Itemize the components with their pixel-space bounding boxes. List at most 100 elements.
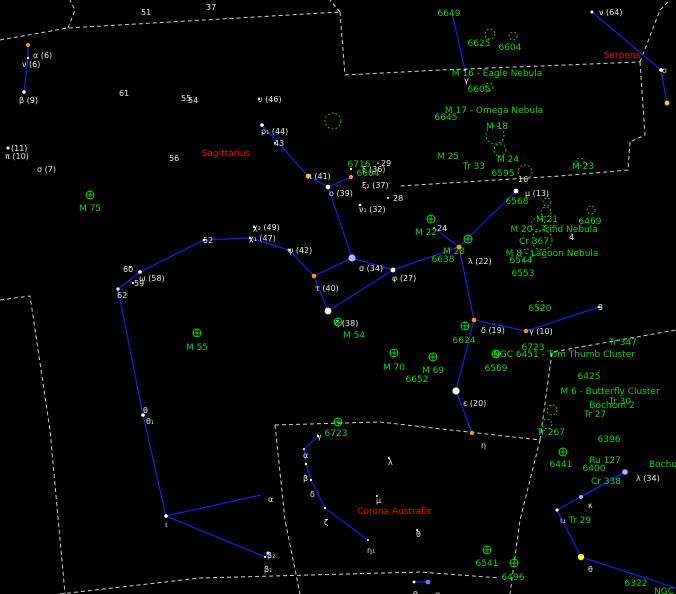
deep-sky-object[interactable]: M 25: [437, 152, 459, 162]
constellation-name[interactable]: Corona Australis: [357, 507, 431, 517]
star[interactable]: υ (46): [257, 95, 282, 104]
star[interactable]: 59: [131, 279, 144, 288]
deep-sky-object[interactable]: M 21: [536, 215, 558, 225]
deep-sky-object[interactable]: Tr 267: [536, 428, 565, 438]
star-dot: [377, 162, 379, 164]
deep-sky-object[interactable]: 6638: [432, 255, 455, 265]
star[interactable]: 52: [202, 236, 213, 245]
star[interactable]: α: [268, 495, 273, 504]
star[interactable]: 54: [188, 96, 198, 105]
star[interactable]: 43: [274, 139, 284, 148]
star[interactable]: χ₃ (49): [252, 223, 280, 232]
star[interactable]: 3: [597, 303, 603, 312]
deep-sky-object[interactable]: M 18: [486, 122, 508, 132]
star-label: 28: [393, 194, 403, 203]
deep-sky-object[interactable]: M 17 - Omega Nebula: [445, 106, 543, 116]
star[interactable]: μ: [376, 495, 381, 505]
star-chart[interactable]: ν (64) γ o η α (6)ν (6) β (9) π (10)(11) σ (7) υ…: [0, 0, 676, 594]
dso-label: M 20 - Trifid Nebula: [510, 225, 597, 235]
star-dot: [579, 495, 583, 499]
star[interactable]: χ₁ (47): [248, 234, 276, 243]
deep-sky-object[interactable]: M 23: [572, 162, 594, 172]
star-label: 59: [134, 279, 144, 288]
deep-sky-object[interactable]: 6604: [499, 43, 522, 53]
deep-sky-object[interactable]: 6652: [406, 375, 429, 385]
sky-background: [0, 0, 676, 594]
deep-sky-object[interactable]: M 16 - Eagle Nebula: [452, 69, 543, 79]
deep-sky-object[interactable]: 6595: [492, 169, 515, 179]
deep-sky-object[interactable]: M 6 - Butterfly Cluster: [560, 387, 660, 397]
deep-sky-object[interactable]: 6649: [438, 9, 461, 19]
star[interactable]: 56: [169, 154, 179, 163]
star-dot: [469, 430, 475, 436]
deep-sky-object[interactable]: 6568: [506, 197, 529, 207]
star-dot: [348, 174, 354, 180]
deep-sky-object[interactable]: 6604: [357, 169, 380, 179]
deep-sky-object[interactable]: M 20 - Trifid Nebula: [510, 225, 597, 235]
deep-sky-object[interactable]: Bochu: [649, 460, 676, 470]
star-dot: [471, 317, 477, 323]
deep-sky-object[interactable]: M 24: [497, 155, 519, 165]
star[interactable]: θ: [416, 529, 421, 539]
star[interactable]: 60: [123, 265, 133, 274]
star-dot: [6, 146, 10, 150]
dso-label: Tr 29: [568, 516, 591, 526]
star-label: ψ (42): [288, 246, 312, 255]
star-label: ζ: [324, 518, 328, 527]
dso-label: 6604: [357, 169, 380, 179]
star-dot: [26, 43, 30, 47]
deep-sky-object[interactable]: 6400: [583, 464, 606, 474]
star[interactable]: θ: [143, 406, 148, 415]
star-label: η: [481, 441, 486, 450]
deep-sky-object[interactable]: Tr 33: [462, 162, 485, 172]
deep-sky-object[interactable]: 6625: [468, 39, 491, 49]
deep-sky-object[interactable]: Tr 29: [568, 516, 591, 526]
star-label: χ₃ (49): [253, 223, 280, 232]
deep-sky-object[interactable]: NGC: [654, 587, 674, 594]
star[interactable]: 51: [141, 8, 151, 17]
star[interactable]: 37: [206, 3, 216, 12]
star[interactable]: β₂: [266, 551, 276, 560]
star-label: λ (34): [636, 474, 660, 483]
star-label: ξ₂ (37): [362, 181, 389, 190]
dso-label: 6441: [550, 460, 573, 470]
deep-sky-object[interactable]: 6322: [625, 579, 648, 589]
deep-sky-object[interactable]: 6553: [512, 269, 535, 279]
star-label: β (9): [19, 96, 38, 105]
dso-label: Cr 338: [591, 477, 621, 487]
star[interactable]: ψ (42): [287, 246, 313, 255]
star[interactable]: γ: [316, 432, 322, 441]
deep-sky-object[interactable]: 6396: [598, 435, 621, 445]
star-label: θ: [413, 590, 418, 594]
star[interactable]: (11): [11, 144, 27, 153]
dso-label: M 24: [497, 155, 519, 165]
star[interactable]: ι: [164, 514, 168, 529]
star[interactable]: 61: [119, 89, 129, 98]
star-dot: [664, 100, 670, 106]
dso-label: M 75: [79, 204, 101, 214]
deep-sky-object[interactable]: NGC 6451 - Tom Thumb Cluster: [493, 350, 635, 360]
dso-label: 6595: [492, 169, 515, 179]
deep-sky-object[interactable]: Tr 347: [608, 338, 637, 348]
dso-label: 6649: [438, 9, 461, 19]
constellation-name[interactable]: Sagittarius: [202, 149, 251, 159]
dso-label: 6645: [435, 113, 458, 123]
star[interactable]: σ (7): [37, 165, 56, 174]
deep-sky-object[interactable]: 6425: [578, 372, 601, 382]
dso-label: 6496: [502, 573, 525, 583]
star-label: σ (34): [359, 264, 383, 273]
star[interactable]: λ: [388, 457, 393, 467]
star-dot: [324, 307, 332, 315]
deep-sky-object[interactable]: 6645: [435, 113, 458, 123]
star[interactable]: ν₁ (32): [358, 203, 386, 214]
star-label: β₂: [267, 551, 275, 560]
star-label: ν (6): [22, 60, 40, 69]
deep-sky-object[interactable]: 6544: [510, 256, 533, 266]
dso-label: M 54: [343, 331, 365, 341]
star[interactable]: π (41): [305, 172, 331, 181]
deep-sky-object[interactable]: Cr 338: [591, 477, 621, 487]
dso-label: Tr 27: [583, 410, 606, 420]
star[interactable]: γ (10): [523, 327, 553, 336]
deep-sky-object[interactable]: Tr 27: [583, 410, 606, 420]
constellation-name[interactable]: Serpens: [604, 51, 641, 61]
